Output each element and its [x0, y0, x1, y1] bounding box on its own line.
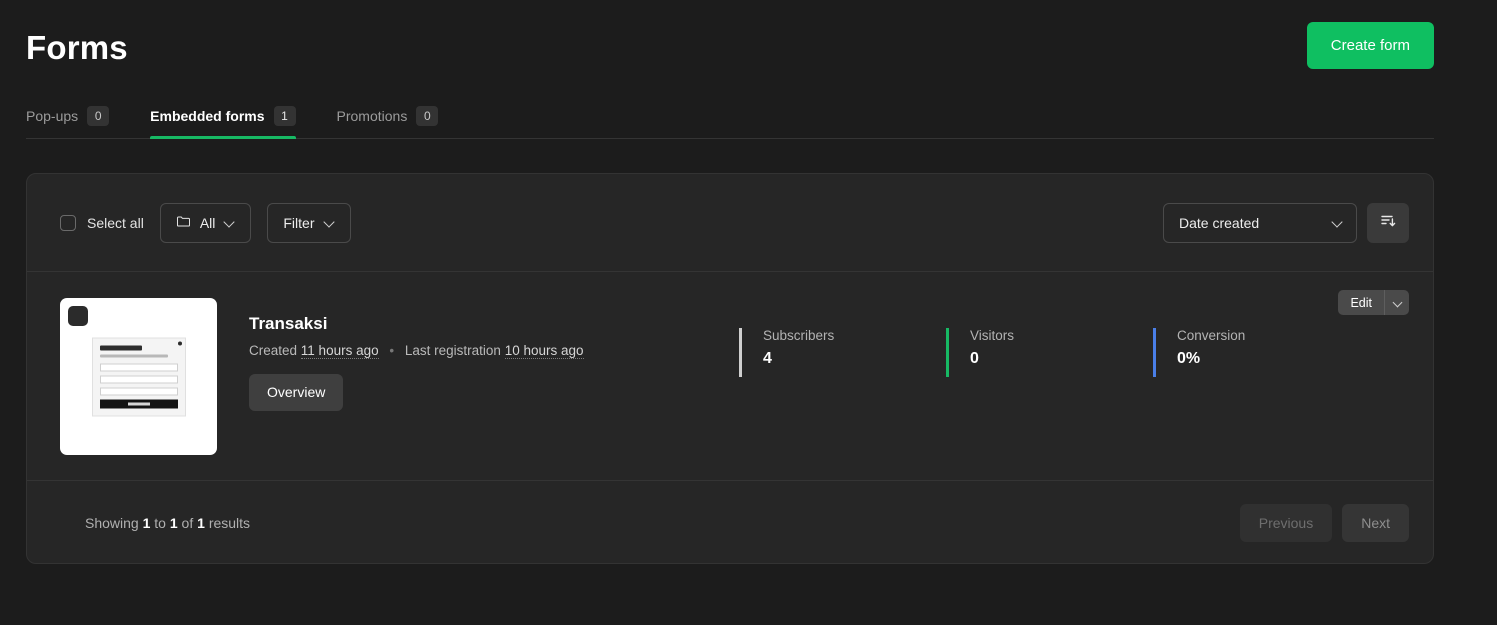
- preview-title: [99, 345, 142, 350]
- forms-panel: Select all All Filter Date created Trans…: [26, 173, 1434, 564]
- tab-promotions[interactable]: Promotions 0: [337, 94, 453, 138]
- filter-label: Filter: [283, 214, 315, 231]
- chevron-down-icon: [1332, 217, 1343, 228]
- range-to: 1: [169, 514, 178, 531]
- range-from: 1: [142, 514, 151, 531]
- tab-badge: 0: [416, 106, 439, 126]
- form-meta: Created 11 hours ago • Last registration…: [249, 343, 699, 359]
- chevron-down-icon: [324, 217, 335, 228]
- tab-label: Pop-ups: [26, 108, 79, 124]
- sort-descending-icon: [1379, 212, 1397, 233]
- total-results: 1: [197, 514, 205, 531]
- folder-icon: [176, 214, 191, 232]
- forms-toolbar: Select all All Filter Date created: [27, 174, 1433, 272]
- showing-prefix: Showing: [85, 514, 139, 531]
- preview-field: [99, 387, 178, 395]
- page-header: Forms Create form: [26, 22, 1434, 74]
- active-tab-indicator: [150, 136, 296, 139]
- results-summary: Showing 1 to 1 of 1 results: [85, 515, 250, 531]
- sort-field-select[interactable]: Date created: [1163, 202, 1357, 243]
- filter-dropdown[interactable]: Filter: [267, 202, 351, 243]
- tab-label: Embedded forms: [150, 108, 265, 124]
- select-all-label: Select all: [87, 214, 144, 231]
- created-timestamp[interactable]: 11 hours ago: [300, 343, 379, 359]
- tab-bar: Pop-ups 0 Embedded forms 1 Promotions 0: [26, 94, 1434, 139]
- folder-filter-label: All: [199, 214, 216, 231]
- stat-value: 4: [763, 350, 772, 367]
- edit-menu-button[interactable]: [1384, 290, 1409, 315]
- pagination-controls: Previous Next: [1239, 503, 1409, 542]
- form-details: Transaksi Created 11 hours ago • Last re…: [249, 298, 699, 411]
- preview-field: [99, 375, 178, 383]
- tab-pop-ups[interactable]: Pop-ups 0: [26, 94, 123, 138]
- sort-direction-button[interactable]: [1367, 202, 1409, 243]
- preview-subtitle: [99, 354, 168, 357]
- stat-visitors: Visitors 0: [946, 328, 1153, 377]
- forms-page: Forms Create form Pop-ups 0 Embedded for…: [0, 0, 1497, 625]
- tab-badge: 1: [273, 106, 296, 126]
- toolbar-left-group: Select all All Filter: [60, 202, 351, 243]
- select-all-checkbox[interactable]: [60, 214, 76, 231]
- stat-label: Conversion: [1177, 328, 1246, 343]
- stat-label: Visitors: [970, 328, 1015, 343]
- form-title: Transaksi: [249, 314, 328, 333]
- edit-button[interactable]: Edit: [1338, 290, 1384, 315]
- tab-label: Promotions: [336, 108, 408, 124]
- stat-value: 0: [970, 350, 979, 367]
- pagination-footer: Showing 1 to 1 of 1 results Previous Nex…: [27, 481, 1433, 563]
- form-list-item[interactable]: Transaksi Created 11 hours ago • Last re…: [27, 272, 1433, 481]
- of-word: of: [181, 514, 194, 531]
- folder-filter-dropdown[interactable]: All: [159, 202, 252, 243]
- sort-field-label: Date created: [1179, 214, 1260, 231]
- last-registration-timestamp[interactable]: 10 hours ago: [504, 343, 584, 359]
- select-all-control[interactable]: Select all: [60, 214, 144, 231]
- preview-field: [99, 363, 178, 371]
- to-word: to: [154, 514, 166, 531]
- meta-separator: •: [389, 343, 395, 358]
- tab-embedded-forms[interactable]: Embedded forms 1: [150, 94, 309, 139]
- thumbnail-select-checkbox[interactable]: [68, 306, 88, 326]
- previous-page-button[interactable]: Previous: [1239, 503, 1333, 542]
- preview-submit-button: [99, 399, 178, 408]
- next-page-button[interactable]: Next: [1342, 503, 1409, 542]
- edit-button-group: Edit: [1338, 290, 1409, 315]
- last-registration-prefix: Last registration: [404, 343, 501, 358]
- results-word: results: [208, 514, 251, 531]
- chevron-down-icon: [1393, 298, 1402, 307]
- thumbnail-form-preview: [91, 337, 186, 416]
- stat-conversion: Conversion 0%: [1153, 328, 1360, 377]
- form-stats: Subscribers 4 Visitors 0 Conversion 0%: [739, 298, 1360, 377]
- stat-subscribers: Subscribers 4: [739, 328, 946, 377]
- chevron-down-icon: [224, 217, 235, 228]
- create-form-button[interactable]: Create form: [1306, 22, 1434, 69]
- preview-close-icon: [177, 341, 182, 345]
- created-prefix: Created: [249, 343, 298, 358]
- form-thumbnail[interactable]: [60, 298, 217, 455]
- overview-button[interactable]: Overview: [249, 374, 344, 411]
- tab-badge: 0: [87, 106, 110, 126]
- page-title: Forms: [26, 29, 128, 66]
- stat-label: Subscribers: [763, 328, 835, 343]
- toolbar-right-group: Date created: [1163, 202, 1409, 243]
- stat-value: 0%: [1177, 350, 1201, 367]
